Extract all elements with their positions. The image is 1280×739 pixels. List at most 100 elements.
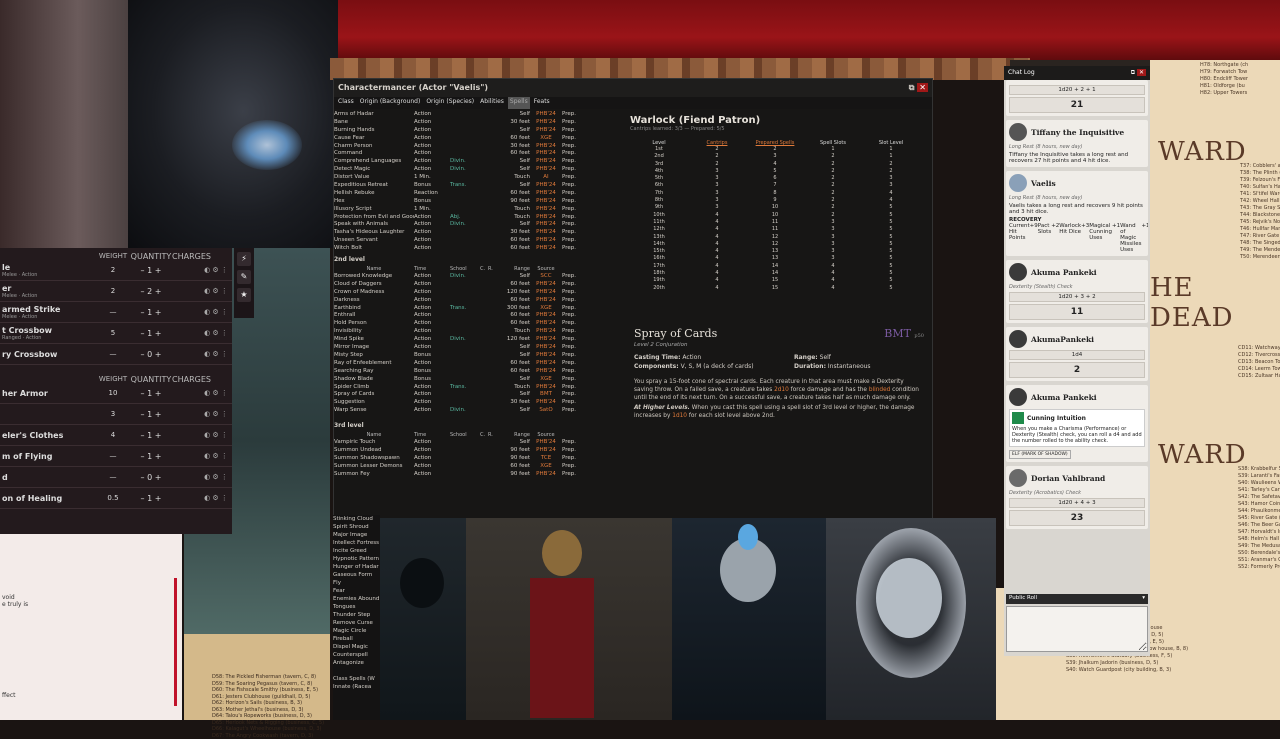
spell-source[interactable]: PHB'24: [530, 229, 562, 237]
inventory-row[interactable]: erMelee · Action2– 2 +◐ ⚙ ⋮: [0, 281, 232, 302]
spell-row[interactable]: Arms of HadarActionSelfPHB'24Prep.: [334, 111, 619, 119]
journal-entry[interactable]: H80: Endcliff Tower: [1200, 76, 1280, 83]
plus-icon[interactable]: +: [152, 266, 161, 275]
spell-prep[interactable]: Prep.: [562, 407, 582, 415]
spell-name[interactable]: Hex: [334, 198, 414, 206]
spell-name[interactable]: Witch Bolt: [334, 245, 414, 253]
spell-row[interactable]: Spider ClimbActionTrans.TouchPHB'24Prep.: [334, 384, 619, 392]
roll-total[interactable]: 21: [1009, 97, 1145, 113]
roll-formula[interactable]: 1d20 + 4 + 3: [1009, 498, 1145, 508]
spell-source[interactable]: PHB'24: [530, 182, 562, 190]
spell-source[interactable]: PHB'24: [530, 439, 562, 447]
spell-name[interactable]: Vampiric Touch: [334, 439, 414, 447]
spell-row[interactable]: Hold PersonAction60 feetPHB'24Prep.: [334, 320, 619, 328]
col-ritual[interactable]: R.: [488, 431, 496, 439]
item-quantity[interactable]: – 1 +: [130, 431, 172, 440]
spell-name[interactable]: Spray of Cards: [334, 391, 414, 399]
col-time[interactable]: Time: [414, 265, 450, 273]
spell-row[interactable]: Protection from Evil and GoodActionAbj.T…: [334, 214, 619, 222]
spell-source[interactable]: PHB'24: [530, 206, 562, 214]
item-quantity[interactable]: – 1 +: [130, 308, 172, 317]
item-controls[interactable]: ◐ ⚙ ⋮: [202, 473, 230, 481]
inventory-row[interactable]: ry Crossbow—– 0 +◐ ⚙ ⋮: [0, 344, 232, 365]
item-controls[interactable]: ◐ ⚙ ⋮: [202, 287, 230, 295]
plus-icon[interactable]: +: [152, 308, 161, 317]
chat-input[interactable]: [1006, 606, 1148, 652]
spell-name[interactable]: Invisibility: [334, 328, 414, 336]
spell-source[interactable]: PHB'24: [530, 245, 562, 253]
item-name[interactable]: armed StrikeMelee · Action: [0, 305, 96, 320]
item-quantity[interactable]: – 0 +: [130, 350, 172, 359]
spell-prep[interactable]: Prep.: [562, 174, 582, 182]
spell-prep[interactable]: Prep.: [562, 237, 582, 245]
spell-prep[interactable]: Prep.: [562, 190, 582, 198]
plus-icon[interactable]: +: [152, 350, 161, 359]
spell-row[interactable]: Summon Lesser DemonsAction60 feetXGEPrep…: [334, 463, 619, 471]
spell-prep[interactable]: Prep.: [562, 158, 582, 166]
journal-entry[interactable]: S49: The Medusa: [1238, 543, 1280, 550]
popout-icon[interactable]: ⧉: [1131, 69, 1135, 76]
col-time[interactable]: Time: [414, 431, 450, 439]
spell-prep[interactable]: Prep.: [562, 214, 582, 222]
spell-row[interactable]: Warp SenseActionDivin.SelfSatOPrep.: [334, 407, 619, 415]
item-name[interactable]: erMelee · Action: [0, 284, 96, 299]
spell-prep[interactable]: Prep.: [562, 439, 582, 447]
spell-source[interactable]: PHB'24: [530, 190, 562, 198]
journal-entry[interactable]: S52: Formerly Pret: [1238, 564, 1280, 571]
spell-name[interactable]: Unseen Servant: [334, 237, 414, 245]
spell-prep[interactable]: Prep.: [562, 399, 582, 407]
roll-formula[interactable]: 1d20 + 2 + 1: [1009, 85, 1145, 95]
spell-row[interactable]: Tasha's Hideous LaughterAction30 feetPHB…: [334, 229, 619, 237]
item-name[interactable]: d: [0, 473, 96, 482]
roll-total[interactable]: 23: [1009, 510, 1145, 526]
spell-prep[interactable]: Prep.: [562, 297, 582, 305]
spell-source[interactable]: PHB'24: [530, 143, 562, 151]
journal-entry[interactable]: T38: The Plinth (ch: [1240, 170, 1280, 177]
spell-source[interactable]: PHB'24: [530, 214, 562, 222]
journal-entry[interactable]: S38: Krabbelfur Sh: [1238, 466, 1280, 473]
item-quantity[interactable]: – 1 +: [130, 389, 172, 398]
spell-row[interactable]: Misty StepBonusSelfPHB'24Prep.: [334, 352, 619, 360]
journal-entry[interactable]: CD15: Zultaar Hall: [1238, 373, 1280, 380]
item-quantity[interactable]: – 1 +: [130, 452, 172, 461]
spell-name[interactable]: Hypnotic Pattern: [333, 555, 380, 563]
roll-formula[interactable]: 1d20 + 3 + 2: [1009, 292, 1145, 302]
journal-entry[interactable]: S42: The Safetavern: [1238, 494, 1280, 501]
spell-source[interactable]: PHB'24: [530, 281, 562, 289]
inventory-row[interactable]: 3– 1 +◐ ⚙ ⋮: [0, 404, 232, 425]
spell-name[interactable]: Class Spells (W: [333, 675, 380, 683]
item-quantity[interactable]: – 1 +: [130, 410, 172, 419]
spell-name[interactable]: [333, 667, 380, 675]
spell-name[interactable]: Dispel Magic: [333, 643, 380, 651]
spell-prep[interactable]: Prep.: [562, 336, 582, 344]
plus-icon[interactable]: +: [152, 473, 161, 482]
journal-entry[interactable]: T43: The Gray Spe: [1240, 205, 1280, 212]
quill-icon[interactable]: ✎: [237, 270, 251, 284]
spell-prep[interactable]: Prep.: [562, 198, 582, 206]
spell-prep[interactable]: Prep.: [562, 127, 582, 135]
journal-entry[interactable]: T41: Sl'tifel Ward: [1240, 191, 1280, 198]
spell-name[interactable]: Major Image: [333, 531, 380, 539]
tab-class[interactable]: Class: [336, 97, 356, 109]
journal-entry[interactable]: D60: The Fishscale Smithy (business, E, …: [212, 687, 328, 694]
spell-name[interactable]: Tasha's Hideous Laughter: [334, 229, 414, 237]
spell-source[interactable]: XGE: [530, 135, 562, 143]
spell-name[interactable]: Summon Lesser Demons: [334, 463, 414, 471]
spell-prep[interactable]: Prep.: [562, 368, 582, 376]
spell-name[interactable]: Command: [334, 150, 414, 158]
spell-prep[interactable]: Prep.: [562, 384, 582, 392]
plus-icon[interactable]: +: [152, 452, 161, 461]
lightning-icon[interactable]: ⚡: [237, 252, 251, 266]
journal-entry[interactable]: S44: Phaulkonmere: [1238, 508, 1280, 515]
spell-source[interactable]: PHB'24: [530, 166, 562, 174]
item-controls[interactable]: ◐ ⚙ ⋮: [202, 410, 230, 418]
spell-name[interactable]: Darkness: [334, 297, 414, 305]
spell-row[interactable]: HexBonus90 feetPHB'24Prep.: [334, 198, 619, 206]
item-name[interactable]: t CrossbowRanged · Action: [0, 326, 96, 341]
journal-entry[interactable]: T44: Blackstone He: [1240, 212, 1280, 219]
tab-species[interactable]: Origin (Species): [424, 97, 476, 109]
spell-row[interactable]: Hellish RebukeReaction60 feetPHB'24Prep.: [334, 190, 619, 198]
spell-name[interactable]: Hunger of Hadar: [333, 563, 380, 571]
spell-name[interactable]: Summon Undead: [334, 447, 414, 455]
col-source[interactable]: Source: [530, 431, 562, 439]
